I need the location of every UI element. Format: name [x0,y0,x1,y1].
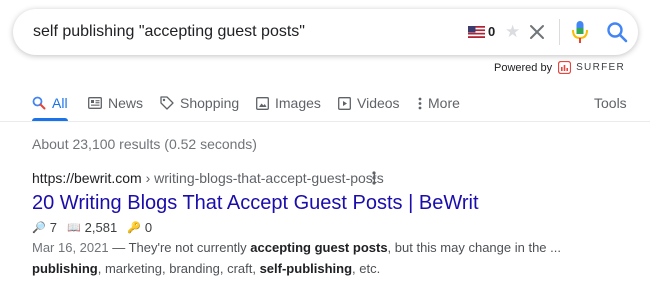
search-divider [559,19,560,45]
tab-all-label: All [52,95,68,111]
snippet-text: , but this may change in the ... [387,240,561,255]
us-flag-icon [468,26,485,38]
result-title-link[interactable]: 20 Writing Blogs That Accept Guest Posts… [32,192,479,215]
star-icon[interactable]: ★ [505,22,520,42]
surfer-logo-icon [558,61,572,74]
metric-value: 7 [49,220,57,235]
tab-images-label: Images [275,95,321,111]
result-snippet-line-2: publishing, marketing, branding, craft, … [32,259,632,279]
flag-count: 0 [488,24,496,39]
tabs-divider [0,121,650,122]
search-icon [32,96,46,110]
tab-news-label: News [108,95,144,111]
result-date: Mar 16, 2021 [32,240,109,255]
more-icon [418,97,422,109]
result-url-domain: https://bewrit.com [32,170,142,186]
search-tabs: All News Shopping Images Videos More Too… [0,92,650,122]
metric-value: 0 [144,220,153,235]
tab-shopping[interactable]: Shopping [160,92,239,114]
tab-news[interactable]: News [88,92,143,114]
magnifier-metric-icon: 🔎 [32,222,46,234]
clear-icon[interactable] [527,22,547,42]
book-metric-icon: 📖 [66,222,81,234]
tab-videos[interactable]: Videos [338,92,400,114]
powered-by: Powered by SURFER [494,61,625,74]
play-icon [338,96,351,110]
tools-label: Tools [594,95,627,111]
powered-by-label: Powered by [493,61,553,74]
image-icon [256,96,269,110]
mic-icon[interactable] [571,20,589,44]
result-snippet-line-1: Mar 16, 2021 — They're not currently acc… [32,238,632,258]
tab-videos-label: Videos [357,95,400,111]
metric-value: 2,581 [84,220,118,235]
tab-images[interactable]: Images [256,92,321,114]
surfer-brand: SURFER [576,62,625,73]
search-box[interactable]: self publishing "accepting guest posts" … [13,9,638,55]
result-url-path: › writing-blogs-that-accept-guest-posts [141,170,384,186]
tools-button[interactable]: Tools [594,92,627,114]
news-icon [88,97,102,109]
snippet-text: , etc. [352,261,381,276]
key-metric-icon: 🔑 [127,222,141,234]
snippet-text: , marketing, branding, craft, [97,261,260,276]
snippet-text: — They're not currently [108,240,251,255]
result-stats: About 23,100 results (0.52 seconds) [32,136,257,152]
search-icon[interactable] [606,21,628,43]
snippet-highlight: publishing [32,261,98,276]
snippet-highlight: self-publishing [259,261,353,276]
search-input[interactable]: self publishing "accepting guest posts" [33,23,305,41]
snippet-highlight: accepting guest posts [250,240,388,255]
tab-shopping-label: Shopping [180,95,240,111]
result-url[interactable]: https://bewrit.com › writing-blogs-that-… [32,170,384,186]
result-options-icon[interactable] [371,170,377,186]
tag-icon [160,96,174,110]
tab-all[interactable]: All [32,92,68,114]
tab-more[interactable]: More [418,92,460,114]
surfer-metrics: 🔎 7 📖 2,581 🔑 0 [32,220,162,235]
tab-more-label: More [428,95,460,111]
